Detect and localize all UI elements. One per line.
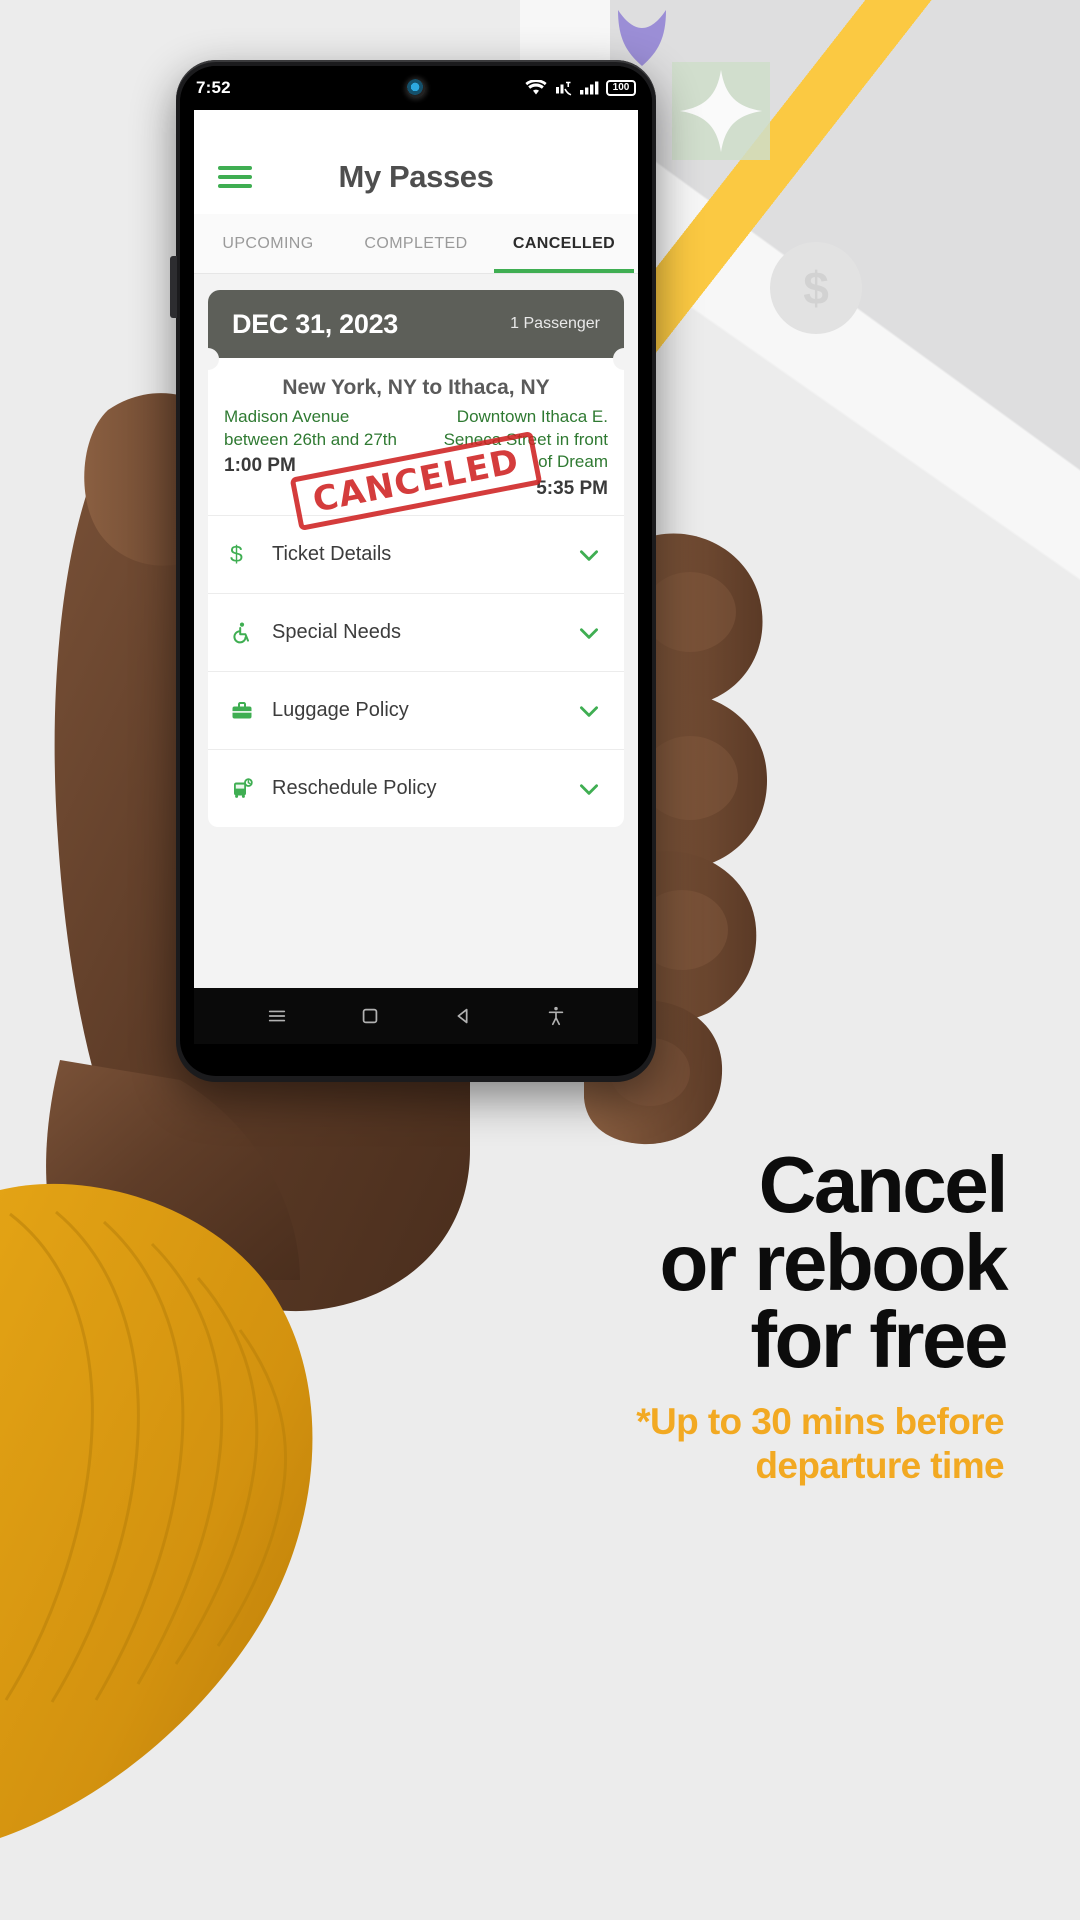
battery-indicator: 100	[606, 80, 636, 96]
ticket-notch-right	[613, 348, 635, 370]
recents-icon[interactable]	[266, 1005, 288, 1027]
phone-device: 7:52 100 My Passes UPCOMING COMPLETED CA…	[170, 60, 656, 1082]
wifi-icon	[525, 80, 547, 95]
accessibility-icon[interactable]	[545, 1005, 567, 1027]
back-triangle-icon[interactable]	[452, 1005, 474, 1027]
app-root: My Passes UPCOMING COMPLETED CANCELLED D…	[194, 140, 638, 1044]
subline-line-2: departure time	[755, 1444, 1004, 1486]
row-luggage-policy[interactable]: Luggage Policy	[208, 671, 624, 749]
phone-screen: My Passes UPCOMING COMPLETED CANCELLED D…	[194, 96, 638, 1044]
hamburger-menu-icon[interactable]	[218, 161, 252, 193]
dollar-icon: $	[230, 541, 243, 568]
origin-address: Madison Avenue between 26th and 27th	[224, 407, 397, 449]
destination-leg: Downtown Ithaca E. Seneca Street in fron…	[428, 406, 608, 501]
route-title: New York, NY to Ithaca, NY	[282, 376, 550, 399]
chevron-down-icon[interactable]	[576, 620, 602, 646]
tab-cancelled[interactable]: CANCELLED	[490, 214, 638, 273]
tab-upcoming[interactable]: UPCOMING	[194, 214, 342, 273]
row-special-needs[interactable]: Special Needs	[208, 593, 624, 671]
wheelchair-icon	[230, 621, 272, 645]
headline-line-2: or rebook	[659, 1217, 1009, 1307]
power-button[interactable]	[170, 256, 177, 318]
tab-completed[interactable]: COMPLETED	[342, 214, 490, 273]
pass-list: DEC 31, 2023 1 Passenger New York, NY to…	[194, 274, 638, 1044]
pass-card[interactable]: DEC 31, 2023 1 Passenger New York, NY to…	[197, 290, 635, 828]
phone-bezel: 7:52 100 My Passes UPCOMING COMPLETED CA…	[180, 66, 652, 1076]
bus-clock-icon	[230, 777, 272, 801]
pass-detail-sections: $ Ticket Details Special Needs Luggage P…	[208, 515, 624, 828]
row-label: Special Needs	[272, 621, 401, 644]
status-icons: 100	[525, 80, 636, 96]
headline-line-1: Cancel	[758, 1140, 1009, 1229]
headline-line-3: for free	[750, 1295, 1008, 1385]
chevron-down-icon[interactable]	[576, 698, 602, 724]
marketing-subline: *Up to 30 mins before departure time	[364, 1400, 1004, 1487]
briefcase-icon	[230, 699, 272, 723]
status-time: 7:52	[196, 78, 231, 97]
arrival-time: 5:35 PM	[536, 477, 608, 499]
home-square-icon[interactable]	[359, 1005, 381, 1027]
travel-date: DEC 31, 2023	[232, 308, 399, 339]
page-title: My Passes	[338, 159, 494, 194]
row-label: Ticket Details	[272, 543, 392, 566]
destination-address: Downtown Ithaca E. Seneca Street in fron…	[443, 407, 608, 472]
row-reschedule-policy[interactable]: Reschedule Policy	[208, 749, 624, 827]
row-label: Luggage Policy	[272, 699, 409, 722]
row-ticket-details[interactable]: $ Ticket Details	[208, 515, 624, 593]
departure-time: 1:00 PM	[224, 455, 296, 477]
route-legs: Madison Avenue between 26th and 27th 1:0…	[224, 406, 608, 501]
origin-leg: Madison Avenue between 26th and 27th 1:0…	[224, 406, 404, 501]
passenger-count: 1 Passenger	[510, 315, 600, 332]
app-bar: My Passes	[194, 140, 638, 214]
pass-card-body: New York, NY to Ithaca, NY Madison Avenu…	[208, 358, 624, 532]
chevron-down-icon[interactable]	[576, 776, 602, 802]
call-signal-icon	[556, 81, 572, 96]
marketing-headline: Cancel or rebook for free	[386, 1140, 1009, 1385]
tab-bar: UPCOMING COMPLETED CANCELLED	[194, 214, 638, 274]
cellular-signal-icon	[580, 81, 599, 95]
android-navigation-bar	[194, 988, 638, 1044]
front-camera-punch-hole	[406, 79, 426, 98]
chevron-down-icon[interactable]	[576, 542, 602, 568]
row-label: Reschedule Policy	[272, 777, 437, 800]
pass-card-header: DEC 31, 2023 1 Passenger	[208, 290, 624, 358]
ticket-notch-left	[197, 348, 219, 370]
subline-line-1: *Up to 30 mins before	[636, 1401, 1004, 1442]
